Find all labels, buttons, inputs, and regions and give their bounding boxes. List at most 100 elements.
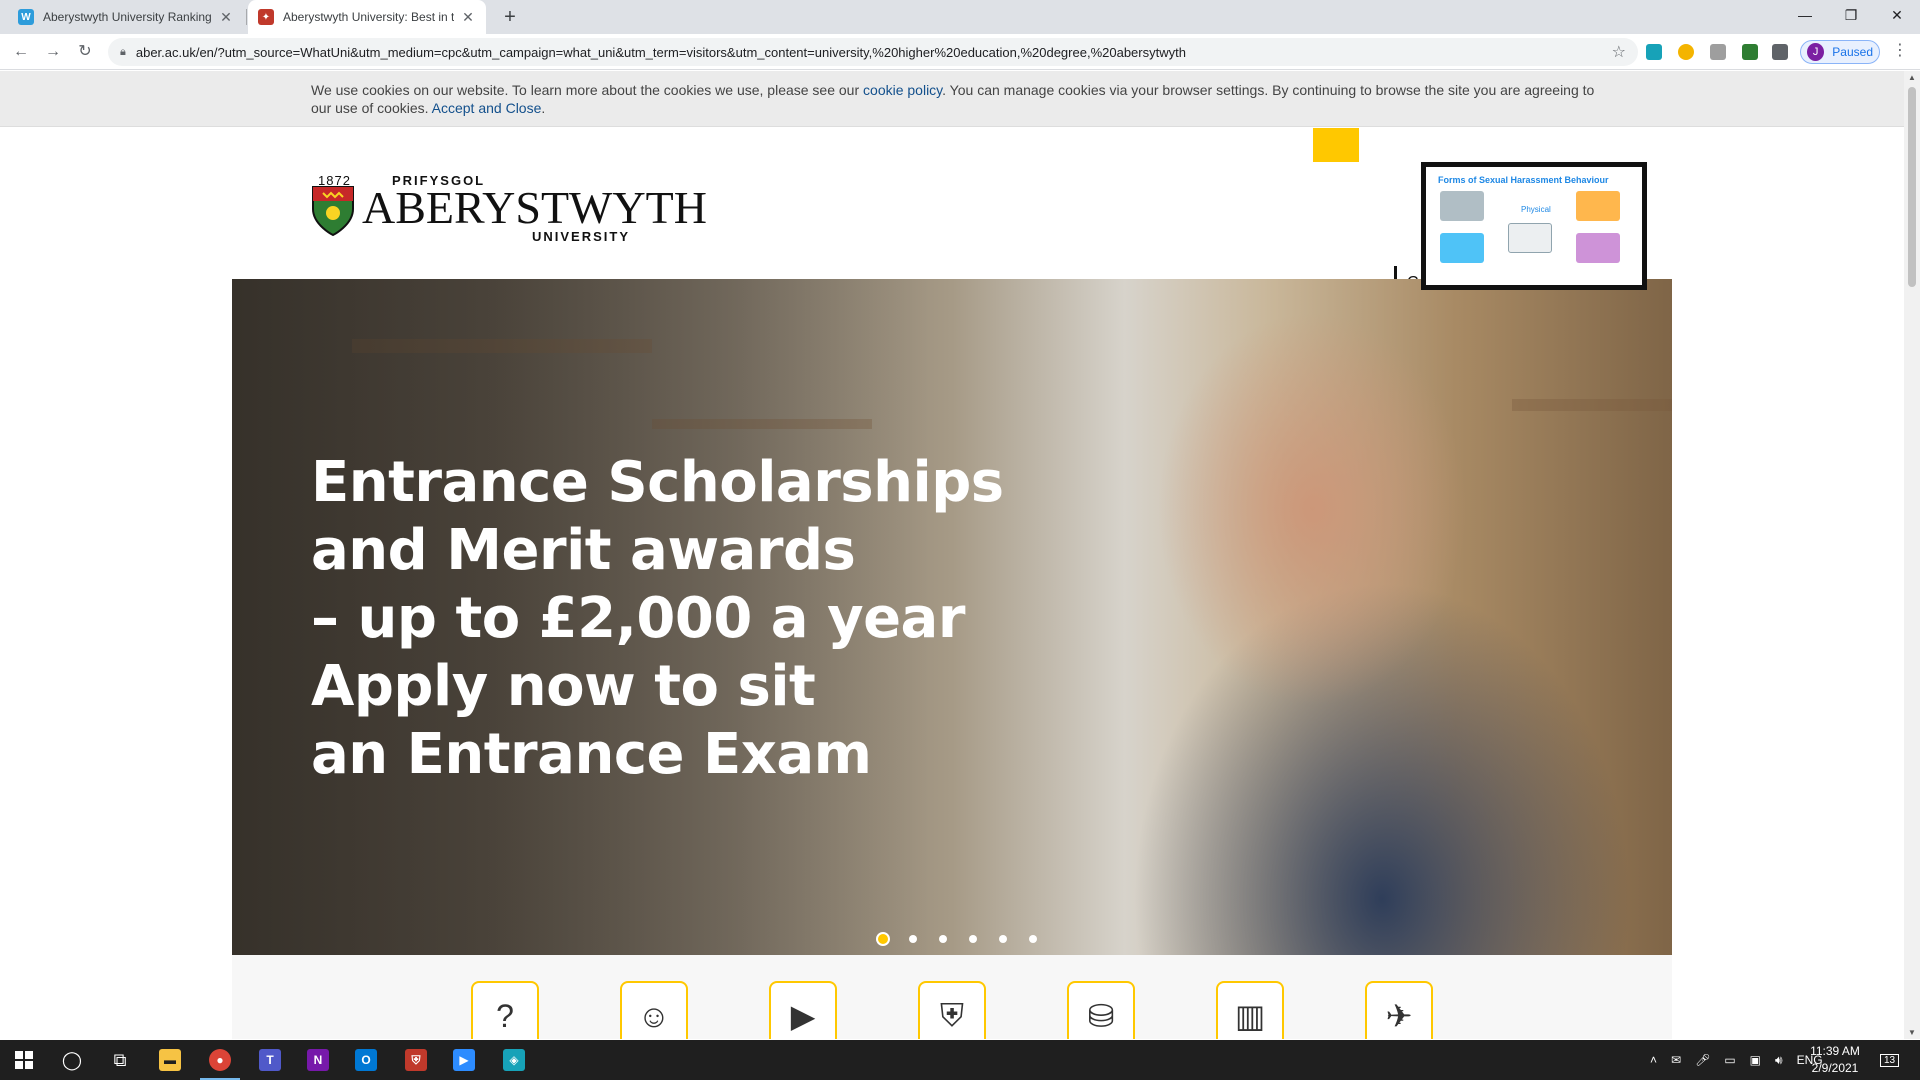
hero-line: Apply now to sit (311, 654, 816, 719)
hero-line: Entrance Scholarships (311, 450, 1004, 515)
illustration-image (1440, 191, 1484, 221)
close-window-button[interactable]: ✕ (1874, 0, 1920, 30)
carousel-dot-1[interactable] (868, 930, 898, 948)
file-explorer-icon[interactable]: ▬ (146, 1040, 194, 1080)
scrollbar-thumb[interactable] (1908, 87, 1916, 287)
illustration-image (1440, 233, 1484, 263)
forward-icon[interactable]: → (41, 40, 65, 64)
network-icon[interactable]: ▣ (1750, 1053, 1761, 1067)
video-label: Physical (1521, 205, 1551, 214)
cookie-text: We use cookies on our website. To learn … (311, 82, 1595, 116)
picture-in-picture-video[interactable]: Forms of Sexual Harassment Behaviour Phy… (1421, 162, 1647, 290)
video-play-icon[interactable]: ▶ (769, 981, 837, 1039)
video-frame: Forms of Sexual Harassment Behaviour Phy… (1426, 167, 1642, 285)
video-title: Forms of Sexual Harassment Behaviour (1438, 175, 1609, 185)
clock-date: 2/9/2021 (1811, 1061, 1859, 1075)
address-bar[interactable]: 🔒︎ aber.ac.uk/en/?utm_source=WhatUni&utm… (108, 38, 1638, 66)
hero-line: an Entrance Exam (311, 722, 872, 787)
logo-main-text: ABERYSTWYTH (362, 182, 707, 233)
tab-separator (246, 9, 247, 25)
chrome-icon[interactable]: ● (196, 1040, 244, 1080)
system-tray: ˄ ✉ 🎤︎ ▭ ▣ 🔊︎ ENG (1650, 1040, 1823, 1080)
puzzle-extensions-icon[interactable] (1772, 44, 1788, 60)
profile-status: Paused (1832, 45, 1873, 59)
windows-taskbar: ◯ ⧉ ▬ ● T N O ⛨ ▶ ◈ ˄ ✉ 🎤︎ ▭ ▣ 🔊︎ ENG 11… (0, 1040, 1920, 1080)
quick-links-bar: ? ☺ ▶ ⛨ ⛁ ▥ ✈ (232, 955, 1672, 1039)
accept-and-close-link[interactable]: Accept and Close (432, 100, 542, 116)
battery-icon[interactable]: ▭ (1724, 1053, 1735, 1067)
carousel-dots (868, 930, 1048, 948)
microphone-icon[interactable]: 🎤︎ (1695, 1053, 1710, 1067)
hero-headline[interactable]: Entrance Scholarships and Merit awards –… (311, 449, 1004, 789)
extension-icon[interactable] (1678, 44, 1694, 60)
tab-title: Aberystwyth University Ranking (43, 10, 212, 24)
illustration-image (1576, 191, 1620, 221)
books-icon[interactable]: ▥ (1216, 981, 1284, 1039)
cookie-policy-link[interactable]: cookie policy (863, 82, 942, 98)
minimize-button[interactable]: — (1782, 0, 1828, 30)
extension-icon[interactable] (1646, 44, 1662, 60)
carousel-dot-2[interactable] (898, 930, 928, 948)
page-scrollbar[interactable]: ▲ ▼ (1904, 71, 1920, 1039)
clock-time: 11:39 AM (1810, 1044, 1860, 1058)
scroll-down-icon[interactable]: ▼ (1904, 1028, 1920, 1037)
web-page: We use cookies on our website. To learn … (0, 71, 1904, 1039)
question-icon[interactable]: ? (471, 981, 539, 1039)
bookmark-star-icon[interactable]: ☆ (1612, 42, 1626, 62)
back-icon[interactable]: ← (9, 40, 33, 64)
aber-favicon-icon: ✦ (258, 9, 274, 25)
close-icon[interactable]: ✕ (460, 9, 476, 26)
shelf-decoration (1512, 399, 1672, 411)
clock[interactable]: 11:39 AM 2/9/2021 (1800, 1043, 1870, 1077)
extension-icon[interactable] (1710, 44, 1726, 60)
notifications-icon[interactable]: 13 (1880, 1040, 1900, 1080)
logo-year: 1872 (318, 173, 351, 188)
yellow-accent-tab[interactable] (1313, 128, 1359, 162)
handshake-image (1508, 223, 1552, 253)
coins-icon[interactable]: ⛁ (1067, 981, 1135, 1039)
illustration-image (1576, 233, 1620, 263)
search-circle-icon[interactable]: ◯ (48, 1040, 96, 1080)
cookie-banner: We use cookies on our website. To learn … (0, 71, 1904, 127)
mail-icon[interactable]: ✉ (1671, 1053, 1681, 1067)
browser-toolbar: ← → ↻ 🔒︎ aber.ac.uk/en/?utm_source=WhatU… (0, 34, 1920, 70)
restore-button[interactable]: ❐ (1828, 0, 1874, 30)
logo-bottom-text: UNIVERSITY (532, 229, 631, 244)
carousel-dot-4[interactable] (958, 930, 988, 948)
tab-aberystwyth[interactable]: ✦ Aberystwyth University: Best in th ✕ (248, 0, 486, 34)
shield-app-icon[interactable]: ⛨ (392, 1040, 440, 1080)
app-icon[interactable]: ◈ (490, 1040, 538, 1080)
carousel-dot-3[interactable] (928, 930, 958, 948)
scroll-up-icon[interactable]: ▲ (1904, 73, 1920, 82)
avatar: J (1807, 43, 1825, 61)
crest-icon[interactable]: ⛨ (918, 981, 986, 1039)
tab-rankings[interactable]: W Aberystwyth University Ranking ✕ (8, 0, 244, 34)
extension-icon[interactable] (1742, 44, 1758, 60)
onenote-icon[interactable]: N (294, 1040, 342, 1080)
reload-icon[interactable]: ↻ (73, 40, 97, 64)
graduate-icon[interactable]: ☺ (620, 981, 688, 1039)
close-icon[interactable]: ✕ (218, 9, 234, 26)
whatuni-favicon-icon: W (18, 9, 34, 25)
menu-kebab-icon[interactable]: ⋮ (1892, 40, 1908, 60)
tab-title: Aberystwyth University: Best in th (283, 10, 454, 24)
profile-button[interactable]: J Paused (1800, 40, 1880, 64)
new-tab-button[interactable]: + (498, 5, 522, 29)
chevron-up-icon[interactable]: ˄ (1650, 1053, 1657, 1067)
airplane-icon[interactable]: ✈ (1365, 981, 1433, 1039)
carousel-dot-5[interactable] (988, 930, 1018, 948)
teams-icon[interactable]: T (246, 1040, 294, 1080)
outlook-icon[interactable]: O (342, 1040, 390, 1080)
lock-icon[interactable]: 🔒︎ (120, 46, 126, 59)
university-logo[interactable]: 1872 PRIFYSGOL ABERYSTWYTH UNIVERSITY (310, 173, 707, 244)
url-text[interactable]: aber.ac.uk/en/?utm_source=WhatUni&utm_me… (136, 45, 1638, 60)
carousel-dot-6[interactable] (1018, 930, 1048, 948)
hero-line: – up to £2,000 a year (311, 586, 965, 651)
hero-carousel[interactable]: Entrance Scholarships and Merit awards –… (232, 279, 1672, 955)
notification-count: 13 (1880, 1053, 1900, 1067)
windows-start-icon[interactable] (0, 1040, 48, 1080)
volume-icon[interactable]: 🔊︎ (1775, 1053, 1783, 1068)
zoom-icon[interactable]: ▶ (440, 1040, 488, 1080)
task-view-icon[interactable]: ⧉ (96, 1040, 144, 1080)
browser-tabstrip: W Aberystwyth University Ranking ✕ ✦ Abe… (0, 0, 1920, 34)
